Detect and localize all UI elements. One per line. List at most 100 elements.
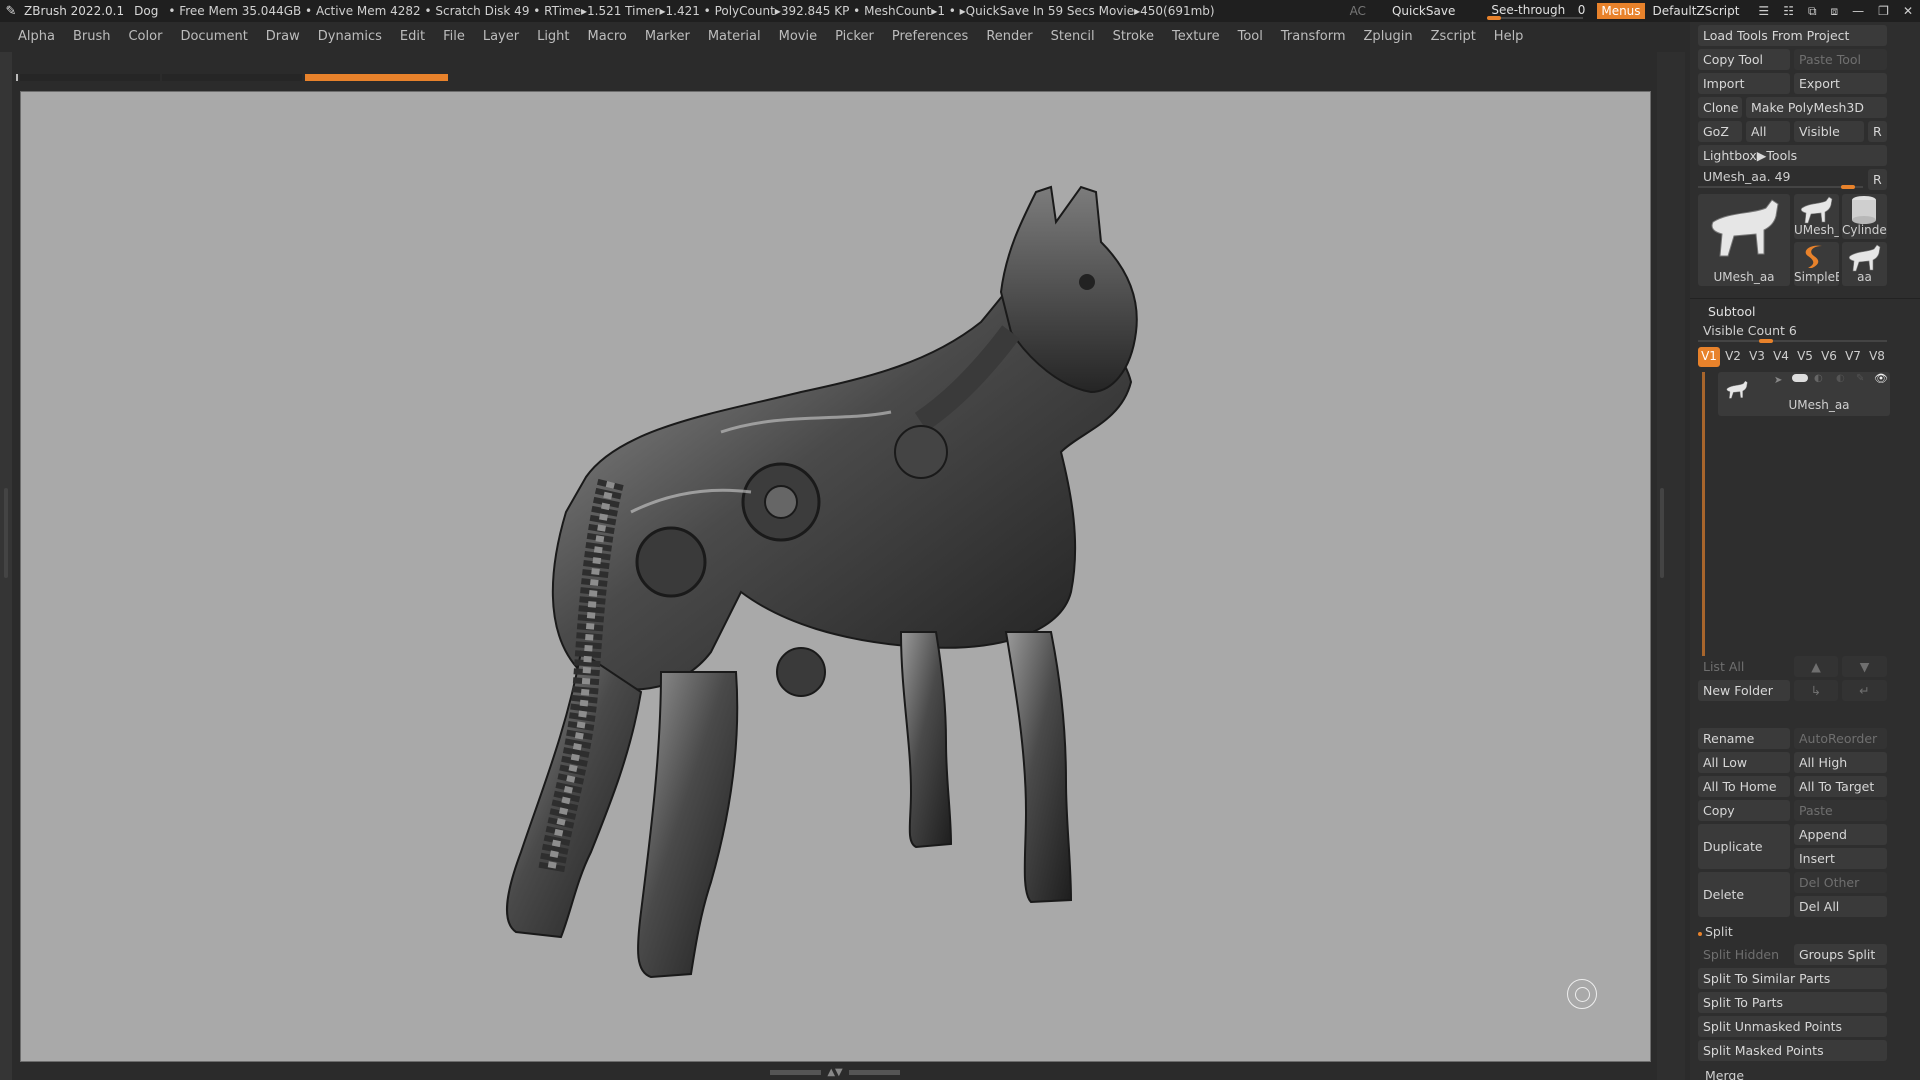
left-tray-handle[interactable]: [4, 488, 8, 578]
minimize-icon[interactable]: —: [1852, 4, 1864, 18]
menu-file[interactable]: File: [443, 29, 465, 44]
copy-tool-button[interactable]: Copy Tool: [1698, 49, 1790, 70]
tool-thumb-main[interactable]: UMesh_aa: [1698, 194, 1790, 286]
move-down-button[interactable]: ▼: [1842, 656, 1887, 677]
split-similar-button[interactable]: Split To Similar Parts: [1698, 968, 1887, 989]
subtool-toggle-icon[interactable]: [1792, 374, 1808, 382]
bottom-shelf-handle[interactable]: ▲▼: [770, 1067, 901, 1078]
tool-thumb-cylinder[interactable]: Cylinder: [1842, 194, 1887, 239]
right-tray-handle[interactable]: [1660, 488, 1664, 578]
split-hidden-button[interactable]: Split Hidden: [1698, 944, 1790, 965]
version-tab-v8[interactable]: V8: [1866, 347, 1888, 367]
rename-button[interactable]: Rename: [1698, 728, 1790, 749]
subtool-item[interactable]: ➤ ◐ ◐ ✎ 👁 UMesh_aa: [1718, 372, 1890, 416]
tool-thumb-aa[interactable]: aa: [1842, 242, 1887, 286]
menu-alpha[interactable]: Alpha: [18, 29, 55, 44]
merge-title[interactable]: Merge: [1705, 1068, 1744, 1080]
all-to-home-button[interactable]: All To Home: [1698, 776, 1790, 797]
subtool-polypaint-icon[interactable]: ◐: [1814, 373, 1823, 384]
menu-zscript[interactable]: Zscript: [1431, 29, 1476, 44]
shelf-toggle-icon[interactable]: ▲▼: [827, 1067, 842, 1078]
groups-split-button[interactable]: Groups Split: [1794, 944, 1887, 965]
goz-all-button[interactable]: All: [1746, 121, 1790, 142]
subtool-visibility-icon[interactable]: 👁: [1874, 372, 1888, 385]
see-through-knob[interactable]: [1487, 16, 1502, 20]
menu-macro[interactable]: Macro: [588, 29, 627, 44]
split-masked-button[interactable]: Split Masked Points: [1698, 1040, 1887, 1061]
split-unmasked-button[interactable]: Split Unmasked Points: [1698, 1016, 1887, 1037]
split-title[interactable]: Split: [1705, 924, 1733, 939]
version-tab-v6[interactable]: V6: [1818, 347, 1840, 367]
paste-button[interactable]: Paste: [1794, 800, 1887, 821]
menu-zplugin[interactable]: Zplugin: [1364, 29, 1413, 44]
delete-button[interactable]: Delete: [1698, 872, 1790, 917]
duplicate-button[interactable]: Duplicate: [1698, 824, 1790, 869]
ac-button[interactable]: AC: [1350, 4, 1366, 18]
subtool-scrollbar[interactable]: [1702, 372, 1705, 677]
tab-segment[interactable]: [162, 74, 302, 81]
viewport-gizmo-icon[interactable]: [1567, 979, 1597, 1009]
menu-preferences[interactable]: Preferences: [892, 29, 968, 44]
subtool-paint-icon[interactable]: ✎: [1856, 373, 1864, 384]
tool-r-button[interactable]: R: [1868, 169, 1887, 190]
version-tab-v2[interactable]: V2: [1722, 347, 1744, 367]
del-other-button[interactable]: Del Other: [1794, 872, 1887, 893]
tool-slider-knob[interactable]: [1841, 185, 1856, 189]
menus-toggle-button[interactable]: Menus: [1597, 3, 1645, 19]
insert-button[interactable]: Insert: [1794, 848, 1887, 869]
all-high-button[interactable]: All High: [1794, 752, 1887, 773]
menu-help[interactable]: Help: [1494, 29, 1524, 44]
layout-icon[interactable]: ☰: [1758, 4, 1769, 18]
version-tab-v1[interactable]: V1: [1698, 347, 1720, 367]
menu-draw[interactable]: Draw: [266, 29, 300, 44]
menu-layer[interactable]: Layer: [483, 29, 519, 44]
menu-stroke[interactable]: Stroke: [1113, 29, 1154, 44]
autoreorder-button[interactable]: AutoReorder: [1794, 728, 1887, 749]
clone-button[interactable]: Clone: [1698, 97, 1742, 118]
menu-render[interactable]: Render: [986, 29, 1032, 44]
visible-count-knob[interactable]: [1759, 339, 1774, 343]
window-tile-icon[interactable]: ⧉: [1808, 4, 1817, 19]
subtool-dynamic-icon[interactable]: ◐: [1836, 373, 1845, 384]
version-tab-v5[interactable]: V5: [1794, 347, 1816, 367]
menu-edit[interactable]: Edit: [400, 29, 425, 44]
export-button[interactable]: Export: [1794, 73, 1887, 94]
menu-dynamics[interactable]: Dynamics: [318, 29, 382, 44]
menu-marker[interactable]: Marker: [645, 29, 690, 44]
goz-visible-button[interactable]: Visible: [1794, 121, 1864, 142]
menu-document[interactable]: Document: [180, 29, 247, 44]
version-tab-v7[interactable]: V7: [1842, 347, 1864, 367]
menu-texture[interactable]: Texture: [1172, 29, 1220, 44]
menu-light[interactable]: Light: [537, 29, 569, 44]
menu-material[interactable]: Material: [708, 29, 761, 44]
folder-out-button[interactable]: ↵: [1842, 680, 1887, 701]
menu-tool[interactable]: Tool: [1238, 29, 1263, 44]
see-through-slider[interactable]: See-through 0: [1483, 2, 1587, 20]
quicksave-button[interactable]: QuickSave: [1392, 4, 1455, 18]
folder-in-button[interactable]: ↳: [1794, 680, 1838, 701]
goz-r-button[interactable]: R: [1868, 121, 1887, 142]
version-tab-v3[interactable]: V3: [1746, 347, 1768, 367]
all-to-target-button[interactable]: All To Target: [1794, 776, 1887, 797]
subtool-brush-icon[interactable]: ➤: [1774, 375, 1782, 386]
copy-button[interactable]: Copy: [1698, 800, 1790, 821]
lightbox-tools-button[interactable]: Lightbox▶Tools: [1698, 145, 1887, 166]
menu-brush[interactable]: Brush: [73, 29, 111, 44]
menu-picker[interactable]: Picker: [835, 29, 874, 44]
menu-movie[interactable]: Movie: [779, 29, 817, 44]
make-polymesh-button[interactable]: Make PolyMesh3D: [1746, 97, 1887, 118]
version-tab-v4[interactable]: V4: [1770, 347, 1792, 367]
new-folder-button[interactable]: New Folder: [1698, 680, 1790, 701]
menu-stencil[interactable]: Stencil: [1051, 29, 1095, 44]
all-low-button[interactable]: All Low: [1698, 752, 1790, 773]
default-zscript-button[interactable]: DefaultZScript: [1653, 4, 1740, 18]
viewport-canvas[interactable]: [20, 91, 1651, 1062]
layout-alt-icon[interactable]: ☷: [1783, 4, 1794, 18]
tab-segment[interactable]: [20, 74, 160, 81]
menu-transform[interactable]: Transform: [1281, 29, 1346, 44]
close-icon[interactable]: ✕: [1903, 4, 1913, 18]
tool-thumb-simplebrush[interactable]: SimpleB: [1794, 242, 1839, 286]
window-cascade-icon[interactable]: ⧈: [1831, 4, 1839, 19]
tab-segment-active[interactable]: [305, 74, 448, 81]
subtool-title[interactable]: Subtool: [1708, 304, 1755, 319]
